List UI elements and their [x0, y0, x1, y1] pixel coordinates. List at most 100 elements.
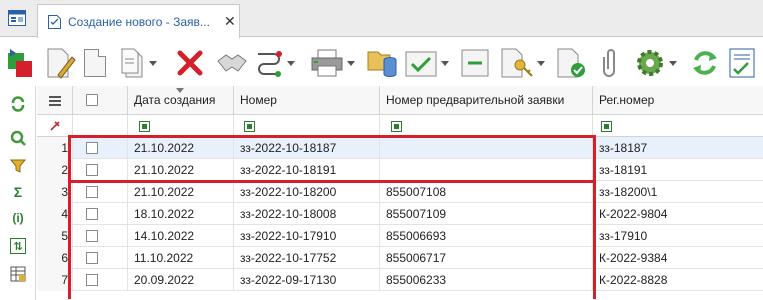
cell-created-date: 20.09.2022 [128, 269, 234, 291]
row-checkbox[interactable] [86, 208, 98, 220]
blank-doc-icon [84, 49, 106, 77]
column-number-label: Номер [240, 93, 277, 107]
table-row[interactable]: 2 21.10.2022 зз-2022-10-18191 зз-18191 [37, 159, 763, 181]
documents-grid: Дата создания Номер Номер предварительно… [37, 86, 763, 300]
row-number: 6 [37, 247, 73, 269]
minus-button[interactable] [460, 46, 490, 80]
agreement-button[interactable] [216, 46, 248, 80]
search-icon[interactable] [10, 130, 26, 146]
info-icon[interactable]: (i) [8, 210, 28, 226]
key-button[interactable] [500, 46, 545, 80]
sign-button[interactable] [556, 46, 588, 80]
column-preliminary-number[interactable]: Номер предварительной заявки [380, 86, 593, 115]
row-checkbox-cell [73, 269, 128, 291]
new-document-button[interactable] [84, 46, 106, 80]
row-number: 2 [37, 159, 73, 181]
delete-x-icon [177, 50, 203, 76]
refresh-button[interactable] [690, 46, 720, 80]
approve-button[interactable] [404, 46, 449, 80]
clear-filter-cell [37, 115, 73, 137]
table-row[interactable]: 7 20.09.2022 зз-2022-09-17130 855006233 … [37, 269, 763, 291]
row-number: 5 [37, 225, 73, 247]
filter-reg-toggle[interactable] [601, 121, 612, 132]
report-button[interactable] [728, 46, 758, 80]
column-reg-number[interactable]: Рег.номер [593, 86, 763, 115]
column-menu-icon[interactable] [37, 86, 73, 115]
cell-created-date: 14.10.2022 [128, 225, 234, 247]
print-button[interactable] [310, 46, 355, 80]
toolbar [0, 38, 763, 86]
filter-date-toggle[interactable] [139, 121, 150, 132]
column-number[interactable]: Номер [234, 86, 380, 115]
cell-reg-number: зз-17910 [599, 229, 648, 243]
edit-doc-icon [47, 48, 76, 79]
filter-icon[interactable] [10, 158, 26, 174]
tab-close-button[interactable]: ✕ [224, 13, 236, 30]
table-row[interactable]: 3 21.10.2022 зз-2022-10-18200 855007108 … [37, 181, 763, 203]
edit-button[interactable] [46, 46, 76, 80]
delete-button[interactable] [176, 46, 204, 80]
left-sidebar: Σ (i) ⇅ [0, 86, 36, 300]
sort-icon[interactable]: ⇅ [10, 238, 26, 254]
row-checkbox-cell [73, 159, 128, 181]
chevron-down-icon[interactable] [149, 60, 157, 66]
cell-number: зз-2022-10-18191 [234, 159, 380, 181]
sum-icon[interactable]: Σ [10, 184, 26, 200]
minus-doc-icon [461, 49, 489, 77]
select-all-checkbox[interactable] [86, 94, 98, 106]
attach-button[interactable] [598, 46, 620, 80]
column-created-date[interactable]: Дата создания [128, 86, 234, 115]
chevron-down-icon[interactable] [347, 60, 355, 66]
colors-button[interactable] [6, 46, 36, 80]
chevron-down-icon[interactable] [669, 60, 677, 66]
filter-cell-date [128, 115, 234, 137]
cell-reg-number: зз-18187 [599, 141, 648, 155]
row-checkbox[interactable] [86, 142, 98, 154]
table-row[interactable]: 1 21.10.2022 зз-2022-10-18187 зз-18187 [37, 137, 763, 159]
table-row[interactable]: 4 18.10.2022 зз-2022-10-18008 855007109 … [37, 203, 763, 225]
tab-create-new[interactable]: Создание нового - Заяв... ✕ [37, 4, 240, 38]
cell-preliminary-number: 855006693 [380, 225, 593, 247]
clear-filter-icon[interactable] [49, 120, 61, 132]
row-checkbox[interactable] [86, 274, 98, 286]
filter-number-toggle[interactable] [244, 121, 255, 132]
chevron-down-icon[interactable] [537, 60, 545, 66]
cell-created-date: 21.10.2022 [128, 181, 234, 203]
database-button[interactable] [366, 46, 398, 80]
column-reg-number-label: Рег.номер [599, 93, 655, 107]
chevron-down-icon[interactable] [441, 60, 449, 66]
tab-bar: Создание нового - Заяв... ✕ [0, 0, 763, 38]
row-checkbox[interactable] [86, 252, 98, 264]
table-row[interactable]: 5 14.10.2022 зз-2022-10-17910 855006693 … [37, 225, 763, 247]
row-checkbox-cell [73, 247, 128, 269]
chevron-down-icon[interactable] [287, 60, 295, 66]
column-preliminary-number-label: Номер предварительной заявки [386, 93, 565, 107]
copy-document-button[interactable] [120, 46, 157, 80]
refresh-icon[interactable] [10, 96, 26, 112]
settings-button[interactable] [634, 46, 677, 80]
row-checkbox[interactable] [86, 164, 98, 176]
table-icon[interactable] [10, 266, 26, 282]
grid-header: Дата создания Номер Номер предварительно… [37, 86, 763, 115]
key-doc-icon [501, 48, 533, 78]
colors-icon [8, 49, 32, 77]
table-row[interactable]: 6 11.10.2022 зз-2022-10-17752 855006717 … [37, 247, 763, 269]
copy-doc-icon [121, 48, 143, 78]
filter-preliminary-toggle[interactable] [391, 121, 402, 132]
tab-title: Создание нового - Заяв... [68, 15, 210, 29]
route-button[interactable] [254, 46, 295, 80]
cell-number: зз-2022-10-17910 [234, 225, 380, 247]
cell-preliminary-number [380, 159, 593, 181]
paperclip-icon [603, 49, 615, 77]
app-window: Создание нового - Заяв... ✕ Σ (i) ⇅ Дата… [0, 0, 763, 300]
row-checkbox[interactable] [86, 186, 98, 198]
filter-cell-number [234, 115, 380, 137]
select-all-checkbox-cell [73, 86, 128, 115]
cell-created-date: 11.10.2022 [128, 247, 234, 269]
cell-number: зз-2022-10-18187 [234, 137, 380, 159]
cell-reg-number: зз-18200\1 [599, 185, 658, 199]
app-icon[interactable] [8, 10, 26, 26]
row-number: 1 [37, 137, 73, 159]
row-checkbox[interactable] [86, 230, 98, 242]
row-checkbox-cell [73, 203, 128, 225]
